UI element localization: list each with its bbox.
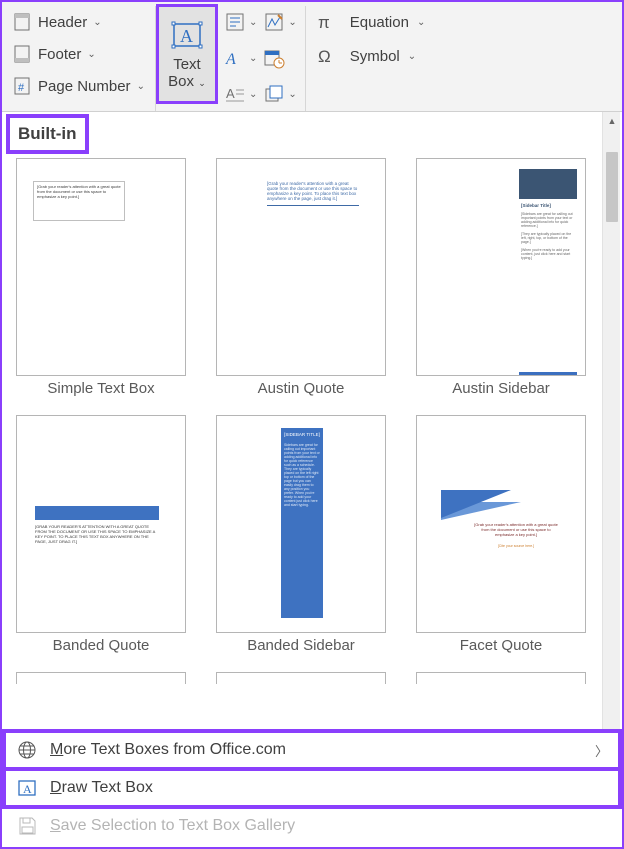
drop-cap-icon: A [224, 84, 246, 106]
svg-text:A: A [226, 86, 235, 101]
svg-text:Ω: Ω [318, 47, 331, 66]
gallery-item-facet-quote[interactable]: [Grab your reader's attention with a gre… [412, 415, 590, 654]
gallery-label: Simple Text Box [47, 380, 154, 397]
more-text-boxes-label: More Text Boxes from Office.com [50, 741, 286, 759]
chevron-down-icon: ⌄ [137, 81, 145, 92]
svg-text:#: # [18, 82, 25, 94]
quick-parts-button[interactable]: ⌄ [224, 8, 257, 36]
svg-text:A: A [180, 26, 193, 46]
save-selection-menu-item: Save Selection to Text Box Gallery [4, 807, 620, 845]
text-box-button[interactable]: A Text Box ⌄ [158, 6, 216, 102]
gallery-item-banded-sidebar[interactable]: [SIDEBAR TITLE]Sidebars are great for ca… [212, 415, 390, 654]
chevron-down-icon: ⌄ [249, 53, 257, 64]
gallery-item-austin-quote[interactable]: [Grab your reader's attention with a gre… [212, 158, 390, 397]
object-icon [263, 84, 285, 106]
chevron-right-icon: 〉 [595, 741, 608, 760]
wordart-icon: A [224, 47, 246, 69]
svg-text:π: π [318, 13, 330, 32]
misc-insert-group: ⌄ ⌄ A ⌄ A ⌄ ⌄ [218, 6, 306, 111]
chevron-down-icon: ⌄ [249, 17, 257, 28]
gallery-item-partial-3[interactable] [412, 672, 590, 684]
thumb-banded-sidebar: [SIDEBAR TITLE]Sidebars are great for ca… [216, 415, 386, 633]
svg-text:A: A [23, 782, 32, 796]
wordart-button[interactable]: A ⌄ [224, 44, 257, 72]
text-box-label: Text Box ⌄ [168, 56, 206, 91]
chevron-down-icon: ⌄ [408, 51, 416, 62]
page-number-label: Page Number [38, 78, 131, 95]
quick-parts-icon [224, 11, 246, 33]
drop-cap-button[interactable]: A ⌄ [224, 81, 257, 109]
gallery-item-banded-quote[interactable]: [GRAB YOUR READER'S ATTENTION WITH A GRE… [12, 415, 190, 654]
gallery-item-simple-text-box[interactable]: [Grab your reader's attention with a gre… [12, 158, 190, 397]
chevron-down-icon: ⌄ [93, 17, 101, 28]
save-icon [16, 815, 38, 837]
gallery-item-partial-1[interactable] [12, 672, 190, 684]
date-time-button[interactable] [263, 44, 296, 72]
chevron-down-icon: ⌄ [288, 17, 296, 28]
date-time-icon [263, 47, 285, 69]
gallery-item-partial-2[interactable] [212, 672, 390, 684]
chevron-down-icon: ⌄ [87, 49, 95, 60]
thumb-simple: [Grab your reader's attention with a gre… [16, 158, 186, 376]
equation-button[interactable]: π Equation ⌄ [318, 8, 426, 36]
save-selection-label: Save Selection to Text Box Gallery [50, 817, 295, 835]
gallery-label: Banded Quote [53, 637, 150, 654]
gallery-label: Facet Quote [460, 637, 543, 654]
chevron-down-icon: ⌄ [417, 17, 425, 28]
header-button[interactable]: Header ⌄ [12, 8, 145, 36]
textbox-gallery: [Grab your reader's attention with a gre… [2, 154, 622, 684]
text-box-icon: A [170, 18, 204, 52]
header-footer-group: Header ⌄ Footer ⌄ # Page Number ⌄ [8, 6, 156, 111]
gallery-item-austin-sidebar[interactable]: [Sidebar Title] [Sidebars are great for … [412, 158, 590, 397]
gallery-label: Austin Quote [258, 380, 345, 397]
symbol-icon: Ω [318, 45, 342, 67]
symbol-label: Symbol [350, 48, 400, 65]
object-button[interactable]: ⌄ [263, 81, 296, 109]
textbox-menu: More Text Boxes from Office.com 〉 A Draw… [4, 730, 620, 845]
signature-icon [263, 11, 285, 33]
symbol-button[interactable]: Ω Symbol ⌄ [318, 42, 426, 70]
scroll-up-button[interactable]: ▲ [603, 112, 621, 130]
draw-text-box-icon: A [16, 777, 38, 799]
chevron-down-icon: ⌄ [288, 89, 296, 100]
gallery-label: Banded Sidebar [247, 637, 355, 654]
thumb-facet-quote: [Grab your reader's attention with a gre… [416, 415, 586, 633]
thumb-banded-quote: [GRAB YOUR READER'S ATTENTION WITH A GRE… [16, 415, 186, 633]
header-label: Header [38, 14, 87, 31]
svg-text:A: A [225, 51, 236, 68]
signature-line-button[interactable]: ⌄ [263, 8, 296, 36]
draw-text-box-label: Draw Text Box [50, 779, 153, 797]
equation-label: Equation [350, 14, 409, 31]
page-number-button[interactable]: # Page Number ⌄ [12, 72, 145, 100]
thumb-austin-quote: [Grab your reader's attention with a gre… [216, 158, 386, 376]
gallery-label: Austin Sidebar [452, 380, 550, 397]
header-icon [12, 12, 32, 32]
section-built-in: Built-in [6, 114, 89, 154]
footer-button[interactable]: Footer ⌄ [12, 40, 145, 68]
globe-icon [16, 739, 38, 761]
page-number-icon: # [12, 76, 32, 96]
ribbon: Header ⌄ Footer ⌄ # Page Number ⌄ A Text… [2, 2, 622, 112]
footer-icon [12, 44, 32, 64]
chevron-down-icon: ⌄ [249, 89, 257, 100]
draw-text-box-menu-item[interactable]: A Draw Text Box [4, 769, 620, 807]
footer-label: Footer [38, 46, 81, 63]
equation-icon: π [318, 11, 342, 33]
thumb-austin-sidebar: [Sidebar Title] [Sidebars are great for … [416, 158, 586, 376]
more-text-boxes-menu-item[interactable]: More Text Boxes from Office.com 〉 [4, 731, 620, 769]
symbols-group: π Equation ⌄ Ω Symbol ⌄ [308, 6, 426, 111]
chevron-down-icon: ⌄ [198, 78, 206, 88]
